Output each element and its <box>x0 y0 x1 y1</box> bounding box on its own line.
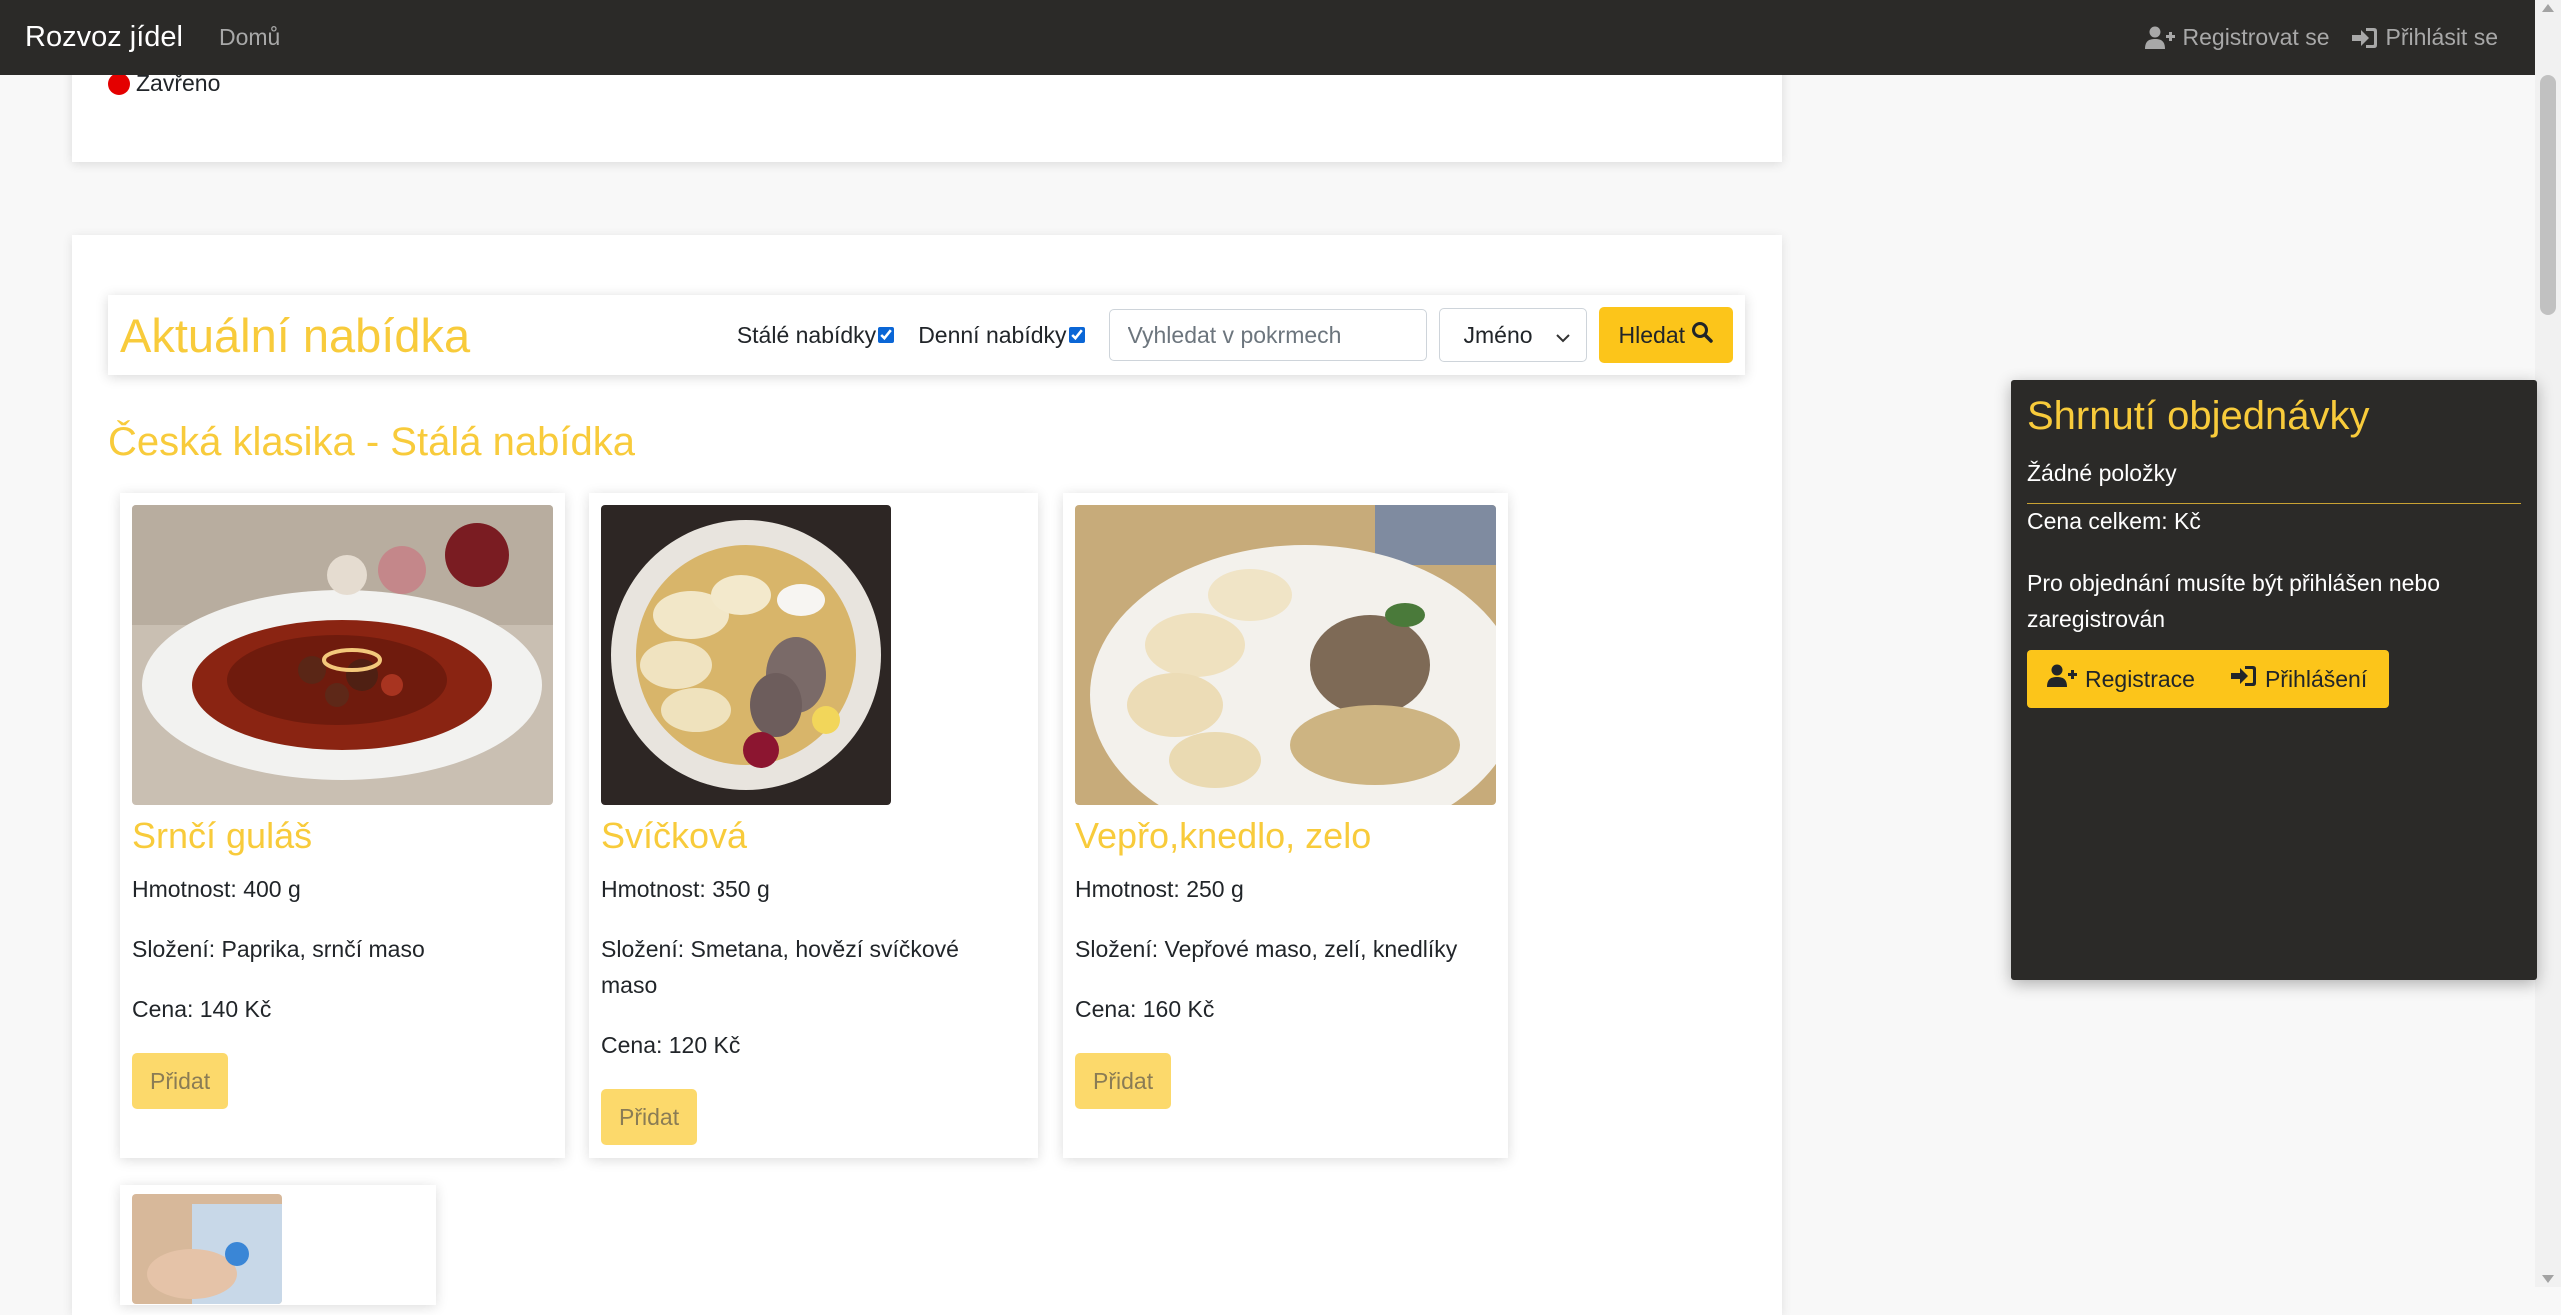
filter-daily-label: Denní nabídky <box>918 321 1067 348</box>
filter-daily[interactable]: Denní nabídky <box>918 321 1085 349</box>
dish-image <box>601 505 891 805</box>
add-button[interactable]: Přidat <box>601 1089 698 1145</box>
dish-price: Cena: 120 Kč <box>601 1032 741 1058</box>
dish-ingredients: Složení: Paprika, srnčí maso <box>132 936 425 962</box>
summary-register-button[interactable]: Registrace <box>2027 664 2195 694</box>
sort-select[interactable]: Jméno <box>1438 308 1587 362</box>
brand-link[interactable]: Rozvoz jídel <box>25 21 183 54</box>
sort-select-value: Jméno <box>1463 321 1533 348</box>
add-button[interactable]: Přidat <box>1075 1053 1172 1109</box>
dish-card: Svíčková Hmotnost: 350 g Složení: Smetan… <box>589 493 1038 1158</box>
dish-ingredients: Složení: Vepřové maso, zelí, knedlíky <box>1075 936 1458 962</box>
search-button[interactable]: Hledat <box>1598 307 1733 363</box>
navbar: Rozvoz jídel Domů Registrovat se Přihlás… <box>0 0 2535 75</box>
dish-name: Srnčí guláš <box>132 815 313 856</box>
dish-card: Srnčí guláš Hmotnost: 400 g Složení: Pap… <box>120 493 565 1158</box>
dish-name: Vepřo,knedlo, zelo <box>1075 815 1372 856</box>
search-input[interactable] <box>1108 309 1427 361</box>
scrollbar[interactable] <box>2535 0 2561 1287</box>
dish-image <box>132 505 553 805</box>
summary-login-label: Přihlášení <box>2264 665 2368 692</box>
dish-ingredients: Složení: Smetana, hovězí svíčkové maso <box>601 936 959 998</box>
summary-total: Cena celkem: Kč <box>2027 508 2201 534</box>
dish-price: Cena: 140 Kč <box>132 996 272 1022</box>
menu-title: Aktuální nabídka <box>120 308 471 362</box>
status-dot-icon <box>108 72 130 95</box>
chevron-down-icon <box>1555 322 1570 349</box>
filter-permanent[interactable]: Stálé nabídky <box>736 321 895 349</box>
sign-in-icon <box>2351 26 2378 50</box>
scroll-up-arrow-icon[interactable] <box>2542 4 2554 12</box>
summary-title: Shrnutí objednávky <box>2027 394 2370 438</box>
dish-weight: Hmotnost: 250 g <box>1075 876 1244 902</box>
summary-login-button[interactable]: Přihlášení <box>2195 664 2367 694</box>
dish-image <box>132 1194 282 1304</box>
nav-auth: Registrovat se Přihlásit se <box>2144 24 2498 51</box>
filter-permanent-label: Stálé nabídky <box>736 321 877 348</box>
section-title: Česká klasika - Stálá nabídka <box>108 420 635 464</box>
add-button[interactable]: Přidat <box>132 1053 229 1109</box>
nav-home-link[interactable]: Domů <box>219 24 280 51</box>
register-link-label: Registrovat se <box>2182 24 2330 50</box>
summary-register-label: Registrace <box>2085 665 2195 692</box>
scroll-down-arrow-icon[interactable] <box>2542 1275 2554 1283</box>
dish-image <box>1075 505 1496 805</box>
dish-card <box>120 1185 436 1305</box>
menu-toolbar: Aktuální nabídka Stálé nabídky Denní nab… <box>108 295 1745 375</box>
filter-permanent-checkbox[interactable] <box>878 327 895 343</box>
login-link[interactable]: Přihlásit se <box>2351 24 2498 51</box>
summary-auth-buttons: Registrace Přihlášení <box>2027 650 2389 708</box>
summary-empty: Žádné položky <box>2027 460 2177 486</box>
filter-daily-checkbox[interactable] <box>1068 327 1085 343</box>
summary-divider <box>2027 503 2521 504</box>
search-icon <box>1691 321 1713 349</box>
dish-card: Vepřo,knedlo, zelo Hmotnost: 250 g Slože… <box>1063 493 1508 1158</box>
dish-weight: Hmotnost: 400 g <box>132 876 301 902</box>
summary-note: Pro objednání musíte být přihlášen nebo … <box>2027 570 2440 632</box>
register-link[interactable]: Registrovat se <box>2144 24 2330 51</box>
menu-filters: Stálé nabídky Denní nabídky Jméno Hledat <box>737 307 1733 363</box>
dish-price: Cena: 160 Kč <box>1075 996 1215 1022</box>
sign-in-icon <box>2230 664 2257 694</box>
search-button-label: Hledat <box>1618 321 1685 348</box>
dish-name: Svíčková <box>601 815 748 856</box>
user-plus-icon <box>2144 26 2175 50</box>
scroll-thumb[interactable] <box>2540 75 2556 315</box>
login-link-label: Přihlásit se <box>2385 24 2498 50</box>
user-plus-icon <box>2047 664 2077 694</box>
dish-weight: Hmotnost: 350 g <box>601 876 770 902</box>
order-summary: Shrnutí objednávky Žádné položky Cena ce… <box>2011 380 2537 980</box>
